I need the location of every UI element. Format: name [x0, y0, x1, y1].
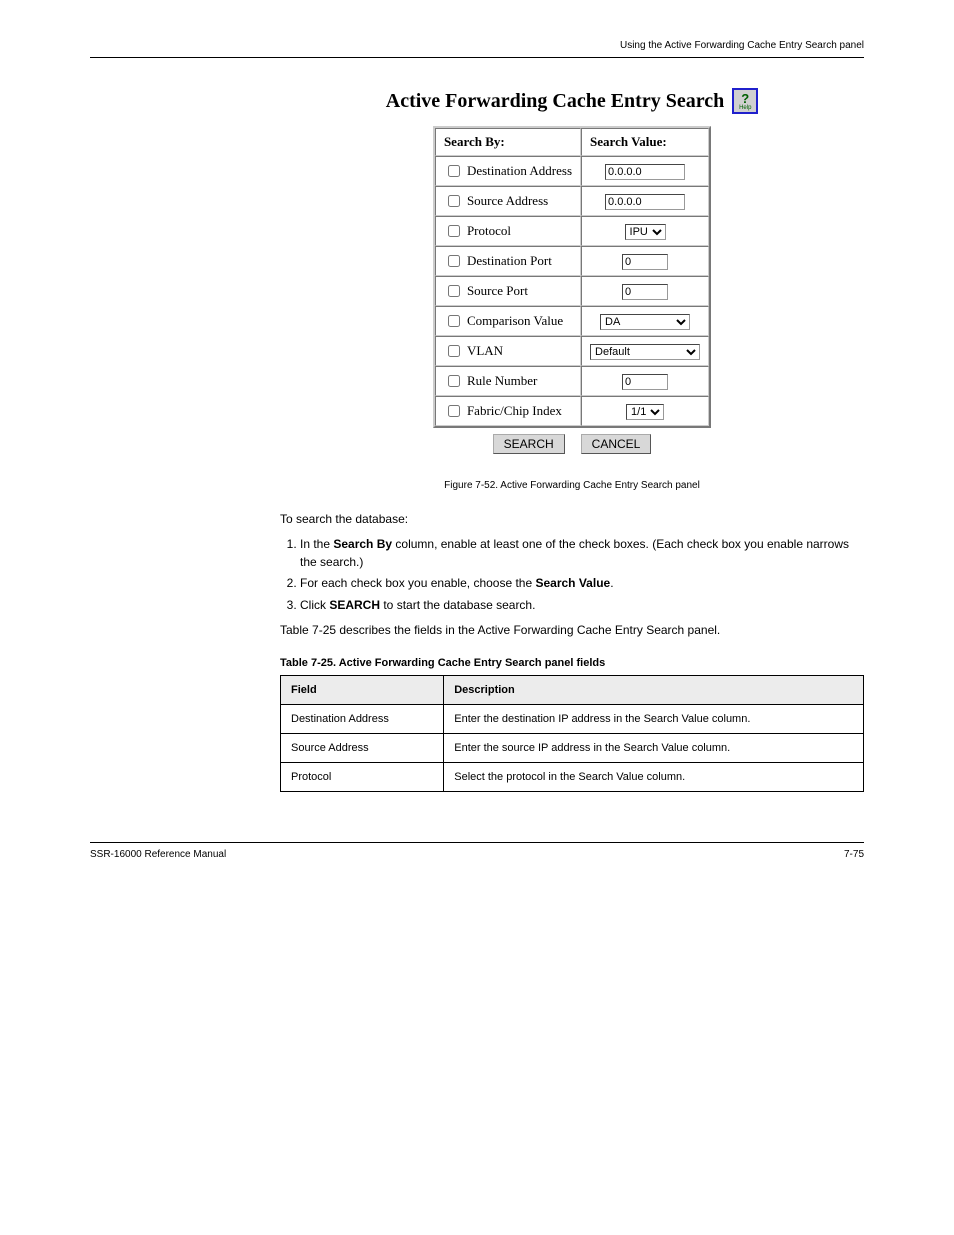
- table-row: Destination Address Enter the destinatio…: [281, 705, 864, 734]
- checkbox-vlan[interactable]: [448, 345, 460, 357]
- checkbox-destination-port[interactable]: [448, 255, 460, 267]
- label-rule-number: Rule Number: [467, 373, 537, 389]
- select-vlan[interactable]: Default: [590, 344, 700, 360]
- fields-col-description: Description: [444, 676, 864, 705]
- checkbox-protocol[interactable]: [448, 225, 460, 237]
- instruction-step-2: For each check box you enable, choose th…: [300, 575, 864, 592]
- instructions-intro: To search the database:: [280, 511, 864, 528]
- label-source-address: Source Address: [467, 193, 548, 209]
- fields-description-table: Field Description Destination Address En…: [280, 675, 864, 792]
- col-header-searchby: Search By:: [435, 128, 581, 156]
- checkbox-source-address[interactable]: [448, 195, 460, 207]
- table-row: Source Address Enter the source IP addre…: [281, 734, 864, 763]
- help-icon[interactable]: ? Help: [732, 88, 758, 114]
- checkbox-source-port[interactable]: [448, 285, 460, 297]
- select-protocol[interactable]: IPU: [625, 224, 666, 240]
- input-source-address[interactable]: [605, 194, 685, 210]
- input-destination-address[interactable]: [605, 164, 685, 180]
- label-destination-address: Destination Address: [467, 163, 572, 179]
- label-protocol: Protocol: [467, 223, 511, 239]
- cancel-button[interactable]: CANCEL: [581, 434, 652, 454]
- select-fabric-chip-index[interactable]: 1/1: [626, 404, 664, 420]
- footer-right: 7-75: [844, 849, 864, 860]
- instruction-step-1: In the Search By column, enable at least…: [300, 536, 864, 571]
- instructions-note: Table 7-25 describes the fields in the A…: [280, 622, 864, 639]
- input-destination-port[interactable]: [622, 254, 668, 270]
- label-vlan: VLAN: [467, 343, 503, 359]
- table-row: Protocol Select the protocol in the Sear…: [281, 763, 864, 792]
- checkbox-destination-address[interactable]: [448, 165, 460, 177]
- panel-title: Active Forwarding Cache Entry Search: [386, 90, 724, 113]
- label-fabric-chip-index: Fabric/Chip Index: [467, 403, 562, 419]
- instruction-step-3: Click SEARCH to start the database searc…: [300, 597, 864, 614]
- col-header-searchvalue: Search Value:: [581, 128, 709, 156]
- label-comparison-value: Comparison Value: [467, 313, 563, 329]
- search-button[interactable]: SEARCH: [493, 434, 565, 454]
- checkbox-fabric-chip-index[interactable]: [448, 405, 460, 417]
- input-rule-number[interactable]: [622, 374, 668, 390]
- table-heading: Table 7-25. Active Forwarding Cache Entr…: [280, 657, 864, 669]
- label-destination-port: Destination Port: [467, 253, 552, 269]
- footer-left: SSR-16000 Reference Manual: [90, 849, 226, 860]
- checkbox-rule-number[interactable]: [448, 375, 460, 387]
- fields-col-field: Field: [281, 676, 444, 705]
- input-source-port[interactable]: [622, 284, 668, 300]
- search-form-table: Search By: Search Value: Destination Add…: [433, 126, 711, 428]
- select-comparison-value[interactable]: DA: [600, 314, 690, 330]
- page-header: Using the Active Forwarding Cache Entry …: [90, 40, 864, 58]
- figure-caption: Figure 7-52. Active Forwarding Cache Ent…: [280, 480, 864, 491]
- label-source-port: Source Port: [467, 283, 528, 299]
- checkbox-comparison-value[interactable]: [448, 315, 460, 327]
